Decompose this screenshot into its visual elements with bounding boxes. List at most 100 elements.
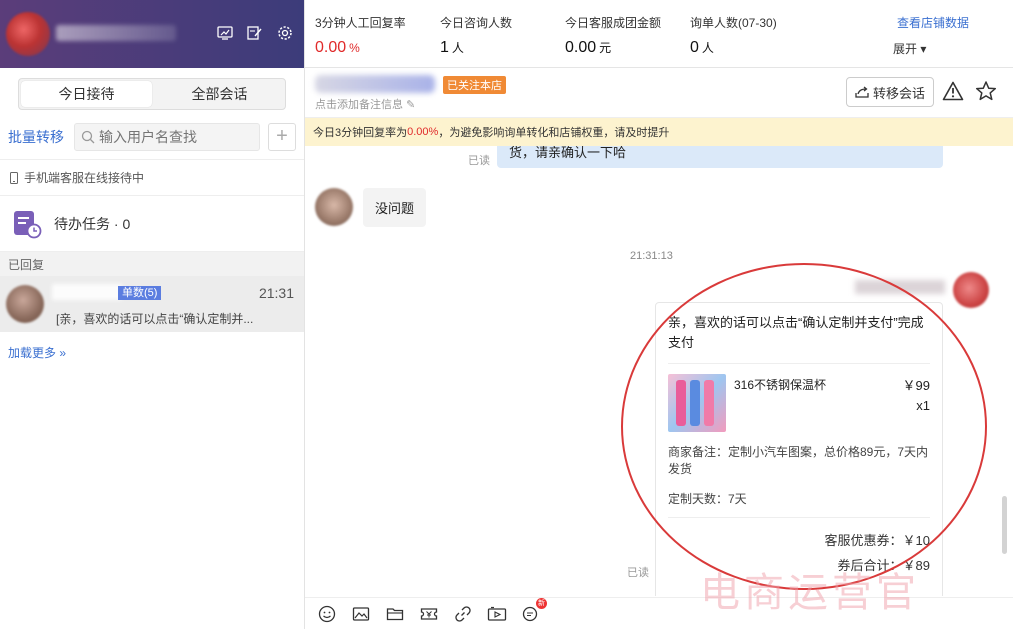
notice-percent: 0.00%: [407, 126, 439, 138]
warning-icon[interactable]: [942, 81, 964, 101]
agent-avatar: [953, 272, 989, 308]
stat-label: 询单人数(07-30): [690, 16, 777, 30]
stat-unit: 人: [701, 41, 714, 55]
customer-message-bubble: 没问题: [363, 188, 427, 227]
conversation-item[interactable]: 单数(5) 21:31 [亲，喜欢的话可以点击“确认定制并...: [0, 276, 304, 332]
product-row[interactable]: 316不锈钢保温杯 ￥99 x1: [668, 374, 930, 432]
header-icons: [216, 24, 294, 42]
search-row: 批量转移 +: [0, 114, 304, 160]
account-header: [0, 0, 304, 68]
notice-suffix: ，为避免影响询单转化和店铺权重，请及时提升: [438, 127, 670, 139]
load-more-link[interactable]: 加载更多 »: [0, 332, 304, 373]
stat-reply-rate: 3分钟人工回复率 0.00%: [315, 14, 406, 57]
order-count-tag: 单数(5): [118, 286, 162, 300]
custom-days: 定制天数：7天: [668, 490, 930, 518]
folder-icon[interactable]: [385, 604, 405, 624]
stat-value: 0.00%: [315, 39, 406, 57]
product-image: [668, 374, 726, 432]
double-chevron-icon: »: [59, 346, 67, 360]
mobile-status-text: 手机端客服在线接待中: [24, 171, 145, 185]
monitor-icon[interactable]: [216, 24, 234, 42]
search-input[interactable]: [99, 128, 249, 145]
caret-down-icon: ▾: [920, 42, 927, 56]
stat-value: 0.00 元: [565, 39, 661, 57]
customer-avatar: [315, 188, 353, 226]
add-note-link[interactable]: 点击添加备注信息 ✎: [315, 96, 415, 112]
main-panel: 3分钟人工回复率 0.00% 今日咨询人数 1人 今日客服成团金额 0.00 元 …: [305, 0, 1013, 629]
order-icon[interactable]: 新: [521, 597, 547, 624]
stat-inquiry-count: 询单人数(07-30) 0人: [690, 14, 777, 57]
account-name-redacted: [56, 25, 176, 41]
agent-message-bubble: 货，请亲确认一下哈: [497, 146, 943, 168]
product-price-block: ￥99 x1: [903, 376, 930, 416]
edit-note-icon[interactable]: [246, 24, 264, 42]
product-name: 316不锈钢保温杯: [734, 378, 827, 392]
customer-avatar: [6, 285, 44, 323]
video-icon[interactable]: [487, 604, 507, 624]
merchant-remark: 商家备注：定制小汽车图案，总价格89元，7天内发货: [668, 445, 929, 476]
stat-value: 1人: [440, 39, 512, 57]
custom-order-card[interactable]: 亲，喜欢的话可以点击“确认定制并支付”完成支付 316不锈钢保温杯 ￥99 x1…: [655, 302, 943, 596]
chat-messages: 已读 货，请亲确认一下哈 没问题 21:31:13 亲，喜欢的话可以点击“确认定…: [305, 146, 1005, 596]
image-icon[interactable]: [351, 604, 371, 624]
chat-header: 已关注本店 点击添加备注信息 ✎ 转移会话: [305, 68, 1013, 118]
stat-value: 0人: [690, 39, 777, 57]
notice-prefix: 今日3分钟回复率为: [313, 127, 408, 139]
add-button[interactable]: +: [268, 122, 296, 151]
edit-icon: ✎: [406, 99, 416, 111]
conversation-preview: [亲，喜欢的话可以点击“确认定制并...: [56, 312, 254, 326]
todo-tasks[interactable]: 待办任务 · 0: [0, 196, 304, 252]
product-price: ￥99: [902, 378, 930, 393]
load-more-label: 加载更多: [8, 346, 57, 360]
share-icon: [855, 86, 869, 98]
stat-unit: 人: [451, 41, 464, 55]
coupon-icon[interactable]: [419, 604, 439, 624]
transfer-label: 转移会话: [872, 85, 925, 101]
gear-icon[interactable]: [276, 24, 294, 42]
session-tabs: 今日接待 全部会话: [18, 78, 286, 110]
tab-today[interactable]: 今日接待: [21, 81, 152, 107]
link-icon[interactable]: [453, 604, 473, 624]
todo-label: 待办任务 · 0: [54, 215, 131, 232]
star-icon[interactable]: [975, 80, 997, 102]
search-icon: [81, 130, 95, 143]
tab-all-sessions[interactable]: 全部会话: [154, 79, 285, 109]
batch-transfer-link[interactable]: 批量转移: [8, 127, 64, 147]
stat-number: 0: [690, 39, 699, 56]
account-avatar[interactable]: [6, 12, 50, 56]
stat-group-amount: 今日客服成团金额 0.00 元: [565, 14, 661, 57]
conversation-time: 21:31: [258, 285, 294, 301]
phone-icon: [10, 171, 18, 184]
new-badge: 新: [536, 597, 547, 609]
search-box[interactable]: [74, 122, 260, 151]
followed-shop-badge: 已关注本店: [443, 76, 506, 94]
stat-unit: 元: [599, 41, 612, 55]
reply-rate-notice: 今日3分钟回复率为 0.00% ，为避免影响询单转化和店铺权重，请及时提升: [305, 118, 1013, 146]
chat-scrollbar[interactable]: [1002, 496, 1007, 554]
replied-section-label: 已回复: [0, 252, 304, 276]
mobile-status-row: 手机端客服在线接待中: [0, 160, 304, 196]
transfer-session-button[interactable]: 转移会话: [846, 77, 934, 107]
customer-name-redacted: [52, 284, 122, 300]
read-status: 已读: [468, 155, 490, 167]
stat-number: 0.00: [565, 39, 597, 56]
watermark-text: 电商运营官: [700, 570, 920, 616]
stat-label: 今日客服成团金额: [565, 16, 662, 30]
task-icon: [14, 210, 42, 238]
stat-number: 0.00: [315, 39, 347, 56]
stat-label: 今日咨询人数: [440, 16, 513, 30]
product-qty: x1: [916, 398, 930, 413]
stat-consult-count: 今日咨询人数 1人: [440, 14, 512, 57]
read-status: 已读: [627, 567, 649, 579]
message-timestamp: 21:31:13: [630, 250, 673, 262]
coupon-amount: 客服优惠券：￥10: [824, 533, 930, 548]
card-message: 亲，喜欢的话可以点击“确认定制并支付”完成支付: [668, 313, 930, 364]
view-shop-data-link[interactable]: 查看店铺数据: [897, 14, 969, 31]
stat-label: 3分钟人工回复率: [315, 16, 406, 30]
expand-toggle[interactable]: 展开 ▾: [893, 40, 926, 57]
stat-number: 1: [440, 39, 449, 56]
emoji-icon[interactable]: [317, 604, 337, 624]
customer-name-redacted: [315, 75, 435, 93]
add-note-label: 点击添加备注信息: [315, 99, 403, 111]
expand-label: 展开: [893, 42, 918, 56]
